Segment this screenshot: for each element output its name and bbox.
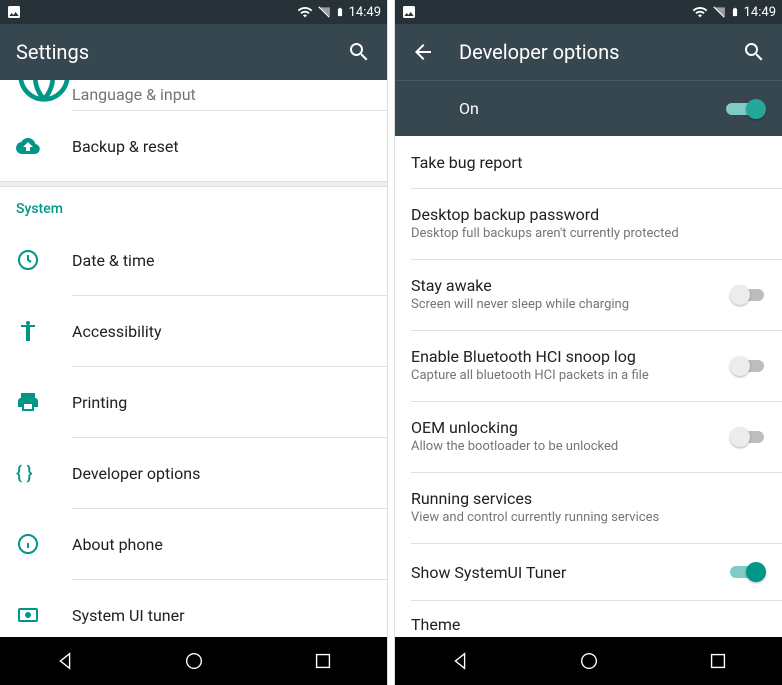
- navigation-bar: [0, 637, 387, 685]
- page-title: Developer options: [459, 40, 718, 64]
- list-item-label: Running services: [411, 489, 766, 508]
- backup-icon: [16, 134, 40, 158]
- list-item-label: About phone: [72, 535, 371, 554]
- list-item-label: OEM unlocking: [411, 418, 730, 437]
- list-item[interactable]: About phone: [0, 509, 387, 579]
- globe-icon: [16, 80, 72, 104]
- master-switch-label: On: [459, 99, 726, 118]
- info-icon: [16, 532, 40, 556]
- list-item[interactable]: Accessibility: [0, 296, 387, 366]
- list-item-summary: Screen will never sleep while charging: [411, 297, 730, 314]
- list-item-label: Take bug report: [411, 153, 766, 172]
- list-item-summary: Desktop full backups aren't currently pr…: [411, 226, 766, 243]
- list-item[interactable]: Show SystemUI Tuner: [395, 544, 782, 600]
- search-icon[interactable]: [347, 40, 371, 64]
- list-item[interactable]: Stay awake Screen will never sleep while…: [395, 260, 782, 330]
- battery-icon: [730, 4, 740, 20]
- status-bar: 14:49: [0, 0, 387, 24]
- print-icon: [16, 390, 40, 414]
- list-item-label: Show SystemUI Tuner: [411, 563, 730, 582]
- list-item-summary: View and control currently running servi…: [411, 510, 766, 527]
- recent-nav-icon[interactable]: [707, 650, 729, 672]
- toggle-switch[interactable]: [730, 562, 766, 582]
- master-switch[interactable]: [726, 99, 766, 119]
- app-bar: Developer options: [395, 24, 782, 80]
- list-item[interactable]: Enable Bluetooth HCI snoop log Capture a…: [395, 331, 782, 401]
- wifi-icon: [692, 4, 708, 20]
- accessibility-icon: [16, 319, 40, 343]
- home-nav-icon[interactable]: [578, 650, 600, 672]
- list-item-label: Backup & reset: [72, 137, 371, 156]
- list-item-label: Theme: [411, 615, 766, 634]
- list-item-label: Developer options: [72, 464, 371, 483]
- list-item[interactable]: Theme Light: [395, 601, 782, 637]
- list-item[interactable]: Date & time: [0, 225, 387, 295]
- toggle-switch[interactable]: [730, 285, 766, 305]
- battery-icon: [335, 4, 345, 20]
- navigation-bar: [395, 637, 782, 685]
- list-item[interactable]: Printing: [0, 367, 387, 437]
- list-item-label: Date & time: [72, 251, 371, 270]
- back-nav-icon[interactable]: [449, 650, 471, 672]
- braces-icon: { }: [16, 463, 32, 484]
- screenshot-icon: [401, 4, 417, 20]
- list-item: Take bug report: [395, 136, 782, 188]
- back-icon[interactable]: [411, 40, 435, 64]
- list-item-label: Enable Bluetooth HCI snoop log: [411, 347, 730, 366]
- tuner-icon: [16, 603, 40, 627]
- screenshot-icon: [6, 4, 22, 20]
- list-item[interactable]: Desktop backup password Desktop full bac…: [395, 189, 782, 259]
- app-bar: Settings: [0, 24, 387, 80]
- list-item[interactable]: OEM unlocking Allow the bootloader to be…: [395, 402, 782, 472]
- list-item-label: Language & input: [72, 85, 196, 104]
- section-header: System: [0, 187, 387, 225]
- status-time: 14:49: [349, 5, 381, 20]
- status-bar: 14:49: [395, 0, 782, 24]
- toggle-switch[interactable]: [730, 427, 766, 447]
- list-item[interactable]: { } Developer options: [0, 438, 387, 508]
- home-nav-icon[interactable]: [183, 650, 205, 672]
- list-item-summary: Allow the bootloader to be unlocked: [411, 439, 730, 456]
- no-sim-icon: [317, 5, 331, 19]
- status-time: 14:49: [744, 5, 776, 20]
- list-item[interactable]: Backup & reset: [0, 111, 387, 181]
- master-switch-row[interactable]: On: [395, 80, 782, 136]
- back-nav-icon[interactable]: [54, 650, 76, 672]
- list-item[interactable]: Running services View and control curren…: [395, 473, 782, 543]
- page-title: Settings: [16, 40, 323, 64]
- wifi-icon: [297, 4, 313, 20]
- list-item-summary: Light: [411, 636, 766, 637]
- list-item[interactable]: System UI tuner: [0, 580, 387, 637]
- list-item[interactable]: Language & input: [0, 80, 387, 110]
- no-sim-icon: [712, 5, 726, 19]
- toggle-switch[interactable]: [730, 356, 766, 376]
- search-icon[interactable]: [742, 40, 766, 64]
- list-item-label: System UI tuner: [72, 606, 371, 625]
- list-item-summary: Capture all bluetooth HCI packets in a f…: [411, 368, 730, 385]
- list-item-label: Accessibility: [72, 322, 371, 341]
- list-item-label: Desktop backup password: [411, 205, 766, 224]
- recent-nav-icon[interactable]: [312, 650, 334, 672]
- list-item-label: Printing: [72, 393, 371, 412]
- clock-icon: [16, 248, 40, 272]
- list-item-label: Stay awake: [411, 276, 730, 295]
